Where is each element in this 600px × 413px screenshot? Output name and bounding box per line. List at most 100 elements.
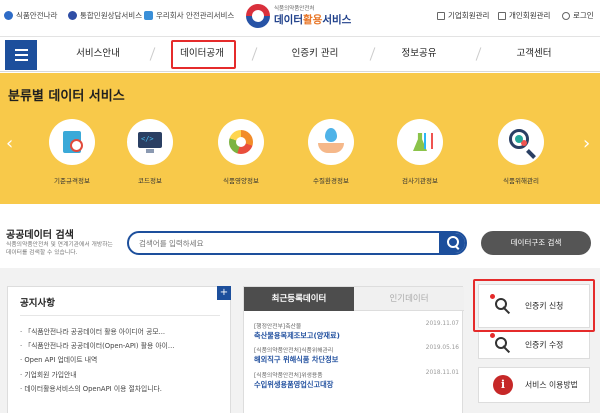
search-input[interactable] xyxy=(139,236,429,250)
login-link[interactable]: 로그인 xyxy=(562,10,594,21)
logo-word-use: 활용 xyxy=(302,13,323,26)
nav-item-data-open[interactable]: 데이터공개 xyxy=(168,37,236,71)
search-box xyxy=(127,231,467,255)
search-button[interactable] xyxy=(439,233,465,253)
auth-key-edit-button[interactable]: 인증키 수정 xyxy=(478,331,590,359)
key-icon xyxy=(490,333,513,355)
water-hands-icon xyxy=(308,119,354,165)
notice-more-button[interactable]: + xyxy=(217,286,231,300)
nutrition-pie-icon xyxy=(218,119,264,165)
hamburger-line xyxy=(14,59,28,61)
user-icon xyxy=(498,11,506,20)
recent-item-title: 축산물용목제조보고(양재료) xyxy=(254,331,340,340)
side-card-label: 서비스 이용방법 xyxy=(525,380,578,390)
logo-text: 식품의약품안전처 데이터활용서비스 xyxy=(274,6,352,26)
tab-recent-data[interactable]: 최근등록데이터 xyxy=(244,287,354,311)
banner-title: 분류별 데이터 서비스 xyxy=(8,89,125,104)
info-icon: i xyxy=(493,375,513,395)
company-member-link[interactable]: 기업회원관리 xyxy=(437,10,489,21)
flask-chart-icon xyxy=(397,119,443,165)
book-magnifier-icon xyxy=(49,119,95,165)
building-icon xyxy=(144,11,153,20)
notice-item[interactable]: 「식품안전나라 공공데이터 활용 아이디어 공모... xyxy=(20,325,174,339)
site-logo[interactable]: 식품의약품안전처 데이터활용서비스 xyxy=(246,4,351,28)
logo-service-name: 데이터활용서비스 xyxy=(274,13,352,26)
recent-item-date: 2019.11.07 xyxy=(425,321,459,327)
util-link-label: 식품안전나라 xyxy=(16,11,58,20)
notice-title: 공지사항 xyxy=(20,298,55,309)
nav-divider xyxy=(475,47,482,61)
taegeuk-logo-icon xyxy=(246,4,270,28)
lock-icon xyxy=(562,11,570,20)
hamburger-menu-button[interactable] xyxy=(5,40,37,70)
category-label: 수질환경정보 xyxy=(313,177,349,185)
hamburger-line xyxy=(14,54,28,56)
tab-popular-data[interactable]: 인기데이터 xyxy=(354,287,464,311)
nav-item-auth-key[interactable]: 인증키 관리 xyxy=(270,37,360,71)
recent-item[interactable]: [식품의약품안전처]식품위해관리 2019.05.16 해외직구 위해식품 차단… xyxy=(254,345,459,365)
category-codes[interactable]: 코드정보 xyxy=(110,119,190,185)
right-link-label: 개인회원관리 xyxy=(509,11,551,20)
category-label: 식품영양정보 xyxy=(223,177,259,185)
hamburger-line xyxy=(14,49,28,51)
notice-list: 「식품안전나라 공공데이터 활용 아이디어 공모... 「식품안전나라 공공데이… xyxy=(20,325,174,396)
category-water[interactable]: 수질환경정보 xyxy=(291,119,371,185)
nav-item-service-guide[interactable]: 서비스안내 xyxy=(58,37,138,71)
nav-divider xyxy=(369,47,376,61)
util-link-food-safety[interactable]: 식품안전나라 xyxy=(4,10,57,21)
nav-divider xyxy=(251,47,258,61)
divider xyxy=(20,315,220,316)
recent-item-date: 2018.11.01 xyxy=(425,370,459,376)
recent-item-title: 해외직구 위해식품 차단정보 xyxy=(254,355,339,364)
notice-item[interactable]: 「식품안전나라 공공데이터(Open-API) 활용 아이... xyxy=(20,339,174,353)
right-link-label: 로그인 xyxy=(573,11,594,20)
category-standards[interactable]: 기준규격정보 xyxy=(32,119,112,185)
nav-item-customer-center[interactable]: 고객센터 xyxy=(498,37,570,71)
recent-data-panel: 최근등록데이터 인기데이터 [행정안전부]축산물 2019.11.07 축산물용… xyxy=(243,286,464,413)
notice-panel: 공지사항 + 「식품안전나라 공공데이터 활용 아이디어 공모... 「식품안전… xyxy=(7,286,231,413)
headset-icon xyxy=(68,11,77,20)
category-banner: 분류별 데이터 서비스 ‹ › 기준규격정보 코드정보 식품영양정보 수질환경정… xyxy=(0,73,600,204)
building-icon xyxy=(437,11,445,20)
nav-divider xyxy=(149,47,156,61)
search-description: 식품의약품안전처 및 연계기관에서 개방하는 데이터를 검색할 수 있습니다. xyxy=(6,242,113,257)
magnifier-bacteria-icon xyxy=(498,119,544,165)
side-card-label: 인증키 수정 xyxy=(525,340,564,350)
nav-item-info-share[interactable]: 정보공유 xyxy=(384,37,454,71)
search-title: 공공데이터 검색 xyxy=(6,230,74,241)
right-link-label: 기업회원관리 xyxy=(448,11,490,20)
logo-word-data: 데이터 xyxy=(274,13,303,26)
notice-item[interactable]: 기업회원 가입안내 xyxy=(20,368,174,382)
category-label: 식품위해관리 xyxy=(503,177,539,185)
category-hazard[interactable]: 식품위해관리 xyxy=(481,119,561,185)
auth-key-apply-button[interactable]: 인증키 신청 xyxy=(478,284,590,328)
side-card-label: 인증키 신청 xyxy=(525,301,564,311)
notice-item[interactable]: 데이터활용서비스의 OpenAPI 이용 절차입니다. xyxy=(20,382,174,396)
service-guide-button[interactable]: i 서비스 이용방법 xyxy=(478,367,590,403)
recent-item[interactable]: [행정안전부]축산물 2019.11.07 축산물용목제조보고(양재료) xyxy=(254,321,459,341)
category-inspection[interactable]: 검사기관정보 xyxy=(380,119,460,185)
util-link-label: 통합민원상담서비스 xyxy=(80,11,143,20)
util-link-label: 우리회사 안전관리서비스 xyxy=(156,11,235,20)
data-structure-search-button[interactable]: 데이터구조 검색 xyxy=(481,231,591,255)
main-navigation: 서비스안내 데이터공개 인증키 관리 정보공유 고객센터 xyxy=(0,36,600,72)
personal-member-link[interactable]: 개인회원관리 xyxy=(498,10,550,21)
category-label: 코드정보 xyxy=(138,177,162,185)
globe-icon xyxy=(4,11,13,20)
recent-item[interactable]: [식품의약품안전처]위생용품 2018.11.01 수입위생용품영업신고대장 xyxy=(254,370,459,390)
key-icon xyxy=(490,294,513,316)
util-link-company-safety[interactable]: 우리회사 안전관리서비스 xyxy=(144,10,234,21)
logo-word-service: 서비스 xyxy=(322,13,352,26)
logo-ministry: 식품의약품안전처 xyxy=(274,6,315,12)
chevron-left-icon[interactable]: ‹ xyxy=(6,133,13,154)
util-link-civil-service[interactable]: 통합민원상담서비스 xyxy=(68,10,142,21)
category-label: 기준규격정보 xyxy=(54,177,90,185)
category-nutrition[interactable]: 식품영양정보 xyxy=(201,119,281,185)
recent-item-title: 수입위생용품영업신고대장 xyxy=(254,380,334,389)
notice-item[interactable]: Open API 업데이트 내역 xyxy=(20,353,174,367)
recent-item-date: 2019.05.16 xyxy=(425,345,459,351)
chevron-right-icon[interactable]: › xyxy=(583,133,590,154)
category-label: 검사기관정보 xyxy=(402,177,438,185)
top-utility-bar: 식품안전나라 통합민원상담서비스 우리회사 안전관리서비스 식품의약품안전처 데… xyxy=(0,0,600,34)
monitor-code-icon xyxy=(127,119,173,165)
